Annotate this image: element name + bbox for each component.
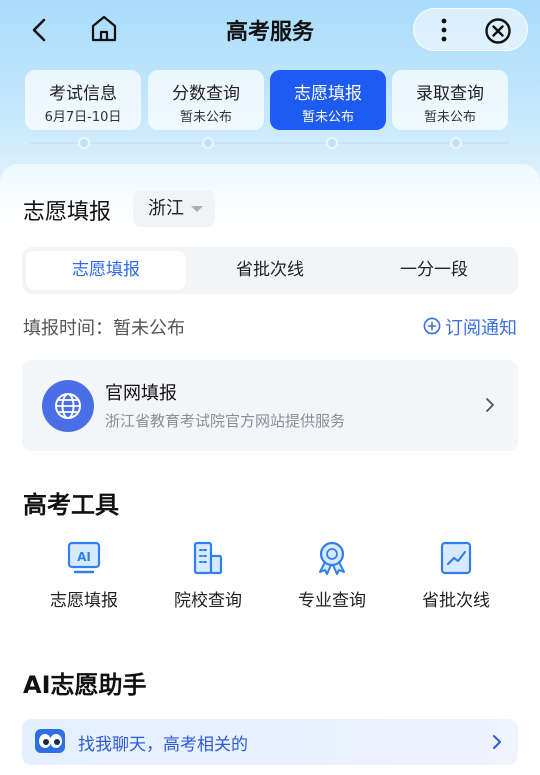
tab-sub: 暂未公布 (301, 110, 354, 125)
chevron-right-icon (486, 398, 494, 412)
timeline-line (30, 142, 510, 144)
building-icon (193, 541, 223, 575)
trend-chart-icon (440, 541, 472, 575)
timeline-dot (326, 137, 338, 149)
tool-label: 志愿填报 (50, 591, 118, 611)
timeline-dot (78, 137, 90, 149)
segment-score-rank[interactable]: 一分一段 (354, 251, 514, 290)
tab-sub: 6月7日-10日 (44, 110, 122, 125)
tab-score-query[interactable]: 分数查询 暂未公布 (148, 70, 264, 130)
province-label: 浙江 (148, 198, 184, 219)
subscribe-link[interactable]: 订阅通知 (423, 314, 517, 340)
tab-label: 志愿填报 (294, 84, 362, 104)
stage-tabs: 考试信息 6月7日-10日 分数查询 暂未公布 志愿填报 暂未公布 录取查询 暂… (25, 70, 511, 130)
card-title: 官网填报 (105, 383, 177, 404)
tool-batch-line[interactable]: 省批次线 (401, 540, 511, 611)
tab-label: 考试信息 (49, 84, 117, 104)
plus-circle-icon (423, 317, 441, 335)
ai-prompt-text: 找我聊天，高考相关的 (78, 735, 248, 755)
province-selector[interactable]: 浙江 (133, 190, 215, 227)
segment-control: 志愿填报 省批次线 一分一段 (22, 247, 518, 294)
tab-sub: 暂未公布 (423, 110, 476, 125)
ai-assistant-title: AI志愿助手 (23, 671, 147, 699)
segment-application[interactable]: 志愿填报 (26, 251, 186, 290)
tab-exam-info[interactable]: 考试信息 6月7日-10日 (25, 70, 141, 130)
tab-label: 录取查询 (416, 84, 484, 104)
mini-program-capsule (413, 8, 528, 51)
timeline-dot (202, 137, 214, 149)
caret-down-icon (191, 206, 203, 212)
card-subtitle: 浙江省教育考试院官方网站提供服务 (105, 412, 346, 430)
globe-icon (42, 380, 94, 432)
tab-application[interactable]: 志愿填报 暂未公布 (270, 70, 386, 130)
fill-time-text: 填报时间：暂未公布 (23, 318, 185, 339)
nav-bar: 高考服务 (0, 0, 540, 60)
svg-text:AI: AI (77, 550, 91, 564)
tool-major-query[interactable]: 专业查询 (277, 540, 387, 611)
ai-assistant-entry[interactable]: 找我聊天，高考相关的 (22, 719, 518, 765)
chevron-right-icon (493, 735, 501, 749)
tab-admission-query[interactable]: 录取查询 暂未公布 (392, 70, 508, 130)
ai-screen-icon: AI (67, 541, 101, 574)
robot-eyes-icon (35, 729, 65, 753)
tools-title: 高考工具 (23, 491, 119, 519)
tool-application[interactable]: AI 志愿填报 (29, 540, 139, 611)
close-circle-icon[interactable] (484, 17, 512, 45)
more-vertical-icon[interactable] (432, 17, 456, 43)
section-title: 志愿填报 (23, 200, 112, 225)
tab-sub: 暂未公布 (179, 110, 232, 125)
tool-label: 专业查询 (298, 591, 366, 611)
subscribe-label: 订阅通知 (445, 318, 517, 339)
timeline-dot (450, 137, 462, 149)
segment-batch-line[interactable]: 省批次线 (190, 251, 350, 290)
tab-label: 分数查询 (172, 84, 240, 104)
official-site-card[interactable]: 官网填报 浙江省教育考试院官方网站提供服务 (22, 360, 518, 451)
tool-label: 院校查询 (174, 591, 242, 611)
award-badge-icon (319, 541, 345, 575)
tool-label: 省批次线 (422, 591, 490, 611)
tool-college-query[interactable]: 院校查询 (153, 540, 263, 611)
